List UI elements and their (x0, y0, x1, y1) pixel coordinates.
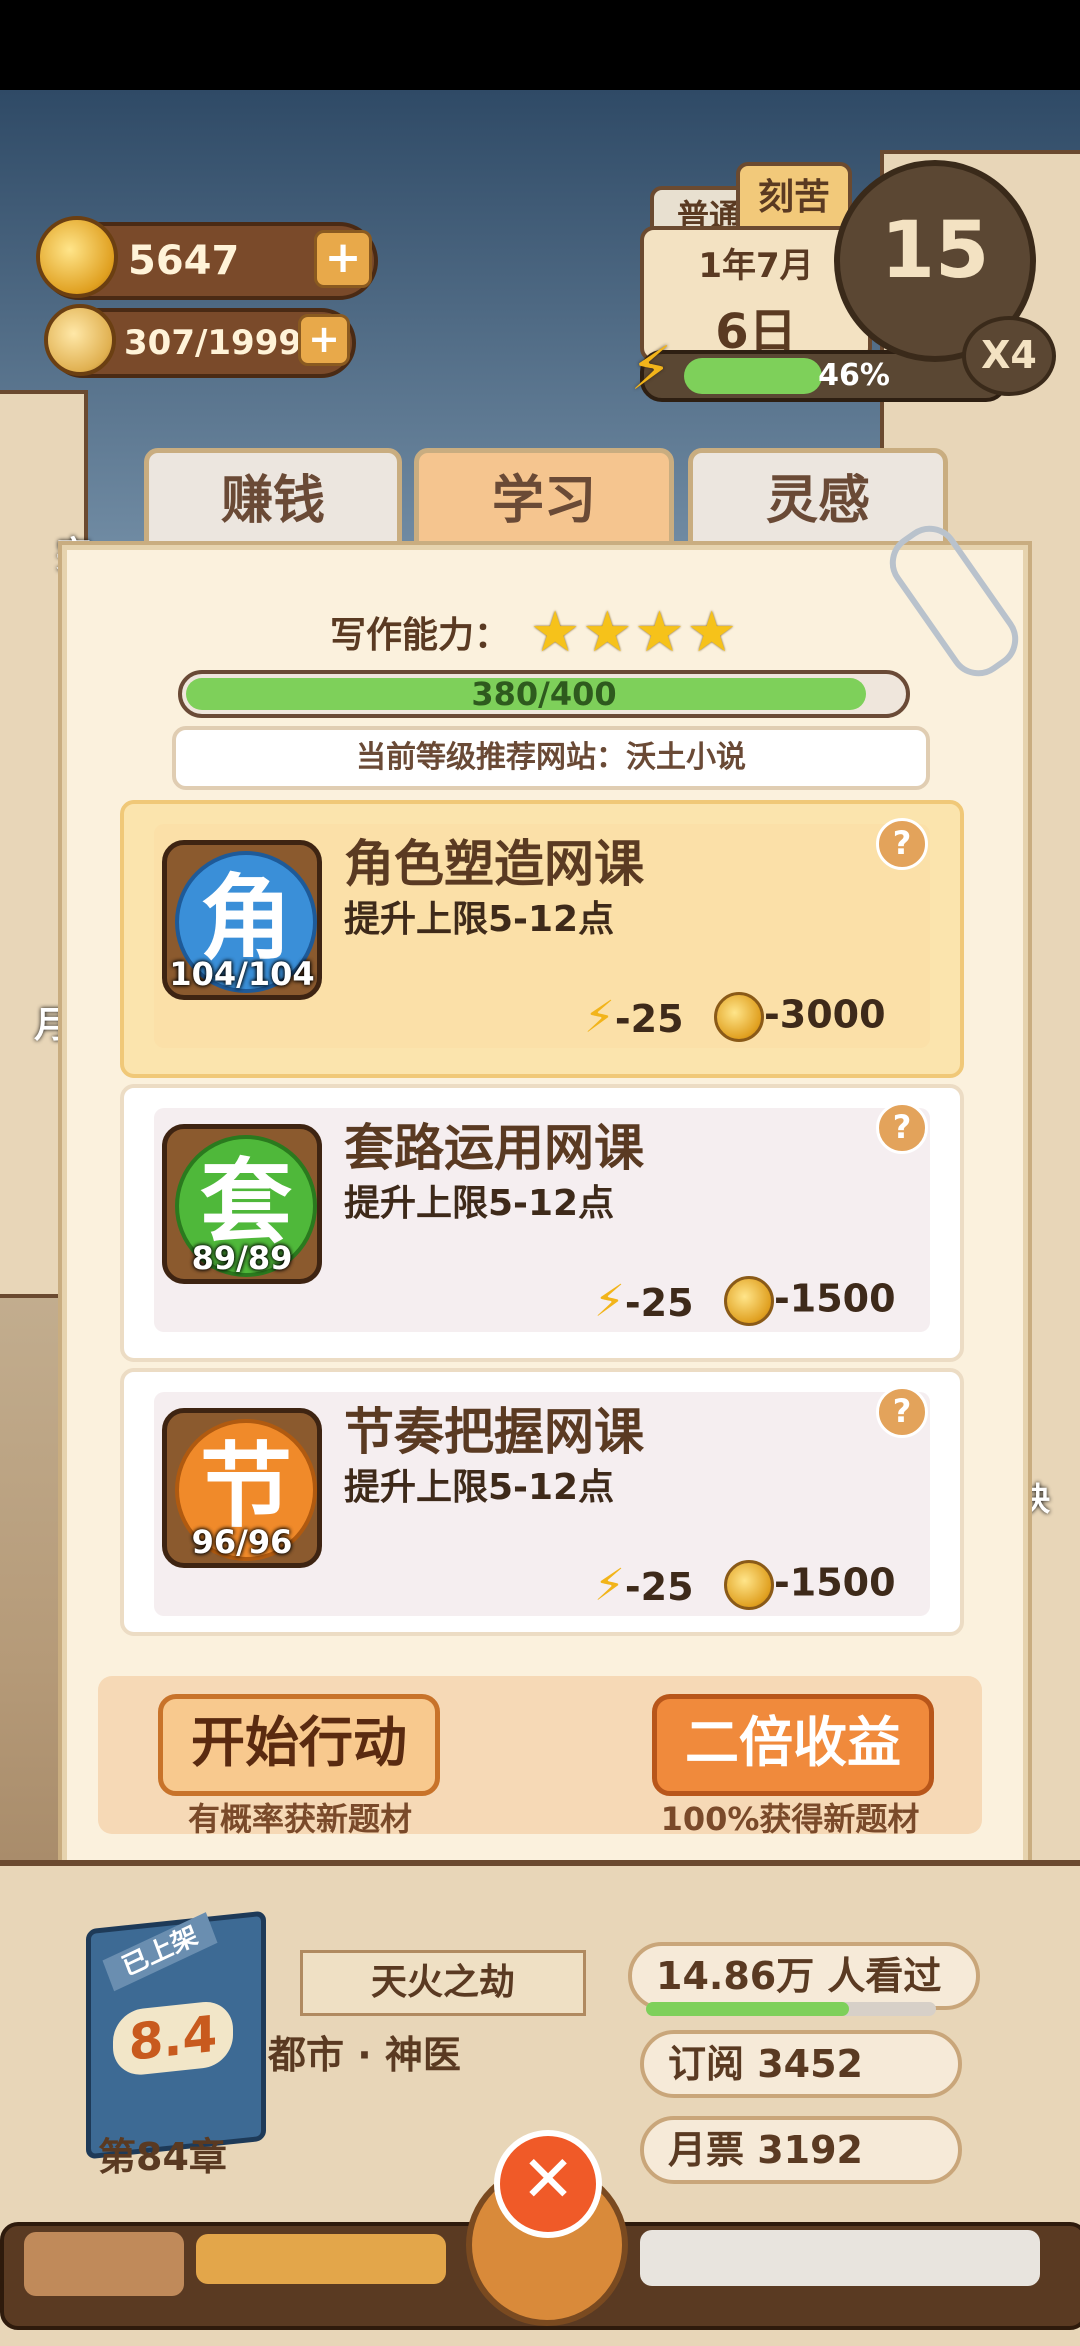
course-energy-cost: ⚡-25 (594, 1560, 694, 1611)
toolbar-slot-progress[interactable] (196, 2234, 446, 2284)
ability-stars: ★★★★ (530, 600, 739, 665)
course-coin-cost: -1500 (724, 1276, 896, 1326)
bolt-icon: ⚡ (594, 1276, 625, 1327)
ability-progress-bar: 380/400 (178, 670, 910, 718)
coin-value: 5647 (128, 238, 240, 284)
course-coin-cost: -3000 (714, 992, 886, 1042)
course-card-routine[interactable]: 套 89/89 套路运用网课 提升上限5-12点 ? ⚡-25 -1500 (120, 1084, 964, 1362)
idea-value: 307/1999 (124, 323, 303, 363)
help-icon[interactable]: ? (876, 1386, 928, 1438)
course-title: 套路运用网课 (344, 1119, 644, 1177)
energy-bolt-icon[interactable]: ⚡ (630, 334, 680, 404)
views-bar (646, 2002, 936, 2016)
book-views: 14.86万 人看过 (628, 1942, 980, 2010)
close-icon[interactable]: ✕ (494, 2130, 602, 2238)
coin-icon (36, 216, 118, 298)
help-icon[interactable]: ? (876, 1102, 928, 1154)
course-icon: 角 104/104 (162, 840, 322, 1000)
course-card-character[interactable]: 角 104/104 角色塑造网课 提升上限5-12点 ? ⚡-25 -3000 (120, 800, 964, 1078)
course-count: 104/104 (169, 955, 315, 993)
bolt-icon: ⚡ (584, 992, 615, 1043)
book-cover[interactable]: 已上架 8.4 (86, 1910, 266, 2160)
course-count: 89/89 (191, 1239, 293, 1277)
speed-button[interactable]: X4 (962, 316, 1056, 396)
book-chapter: 第84章 (98, 2135, 227, 2179)
course-title: 节奏把握网课 (344, 1403, 644, 1461)
start-action-hint: 有概率获新题材 (187, 1800, 412, 1838)
book-monthly-tickets: 月票 3192 (640, 2116, 962, 2184)
course-coin-cost: -1500 (724, 1560, 896, 1610)
help-icon[interactable]: ? (876, 818, 928, 870)
course-icon: 节 96/96 (162, 1408, 322, 1568)
course-icon: 套 89/89 (162, 1124, 322, 1284)
book-subscriptions: 订阅 3452 (640, 2030, 962, 2098)
ability-progress-text: 380/400 (471, 675, 617, 713)
tab-study[interactable]: 学习 (414, 448, 674, 558)
lightbulb-icon (44, 304, 116, 376)
coin-icon (724, 1276, 774, 1326)
energy-percent: 46% (818, 358, 890, 393)
book-title: 天火之劫 (300, 1950, 586, 2016)
tab-hardwork[interactable]: 刻苦 (736, 162, 852, 236)
course-title: 角色塑造网课 (344, 835, 644, 893)
star-icon: ★ (530, 600, 581, 665)
course-count: 96/96 (191, 1523, 293, 1561)
course-desc: 提升上限5-12点 (344, 1183, 615, 1224)
star-icon: ★ (634, 600, 685, 665)
star-icon: ★ (686, 600, 737, 665)
toolbar-slot-left[interactable] (24, 2232, 184, 2296)
add-ideas-button[interactable]: + (298, 314, 350, 366)
book-rating: 8.4 (113, 1999, 233, 2078)
toolbar-slot-right[interactable] (640, 2230, 1040, 2286)
double-reward-hint: 100%获得新题材 (660, 1800, 920, 1838)
coin-icon (724, 1560, 774, 1610)
add-coins-button[interactable]: + (314, 230, 372, 288)
course-desc: 提升上限5-12点 (344, 1467, 615, 1508)
book-genre: 都市 · 神医 (268, 2033, 461, 2077)
recommend-site: 当前等级推荐网站：沃土小说 (172, 726, 930, 790)
timer-value: 15 (880, 206, 990, 296)
start-action-button[interactable]: 开始行动 (158, 1694, 440, 1796)
course-energy-cost: ⚡-25 (584, 992, 684, 1043)
course-desc: 提升上限5-12点 (344, 899, 615, 940)
tab-earn-money[interactable]: 赚钱 (144, 448, 402, 558)
course-card-rhythm[interactable]: 节 96/96 节奏把握网课 提升上限5-12点 ? ⚡-25 -1500 (120, 1368, 964, 1636)
coin-icon (714, 992, 764, 1042)
ability-label: 写作能力： (330, 615, 511, 656)
double-reward-button[interactable]: 二倍收益 (652, 1694, 934, 1796)
bolt-icon: ⚡ (594, 1560, 625, 1611)
star-icon: ★ (582, 600, 633, 665)
course-energy-cost: ⚡-25 (594, 1276, 694, 1327)
